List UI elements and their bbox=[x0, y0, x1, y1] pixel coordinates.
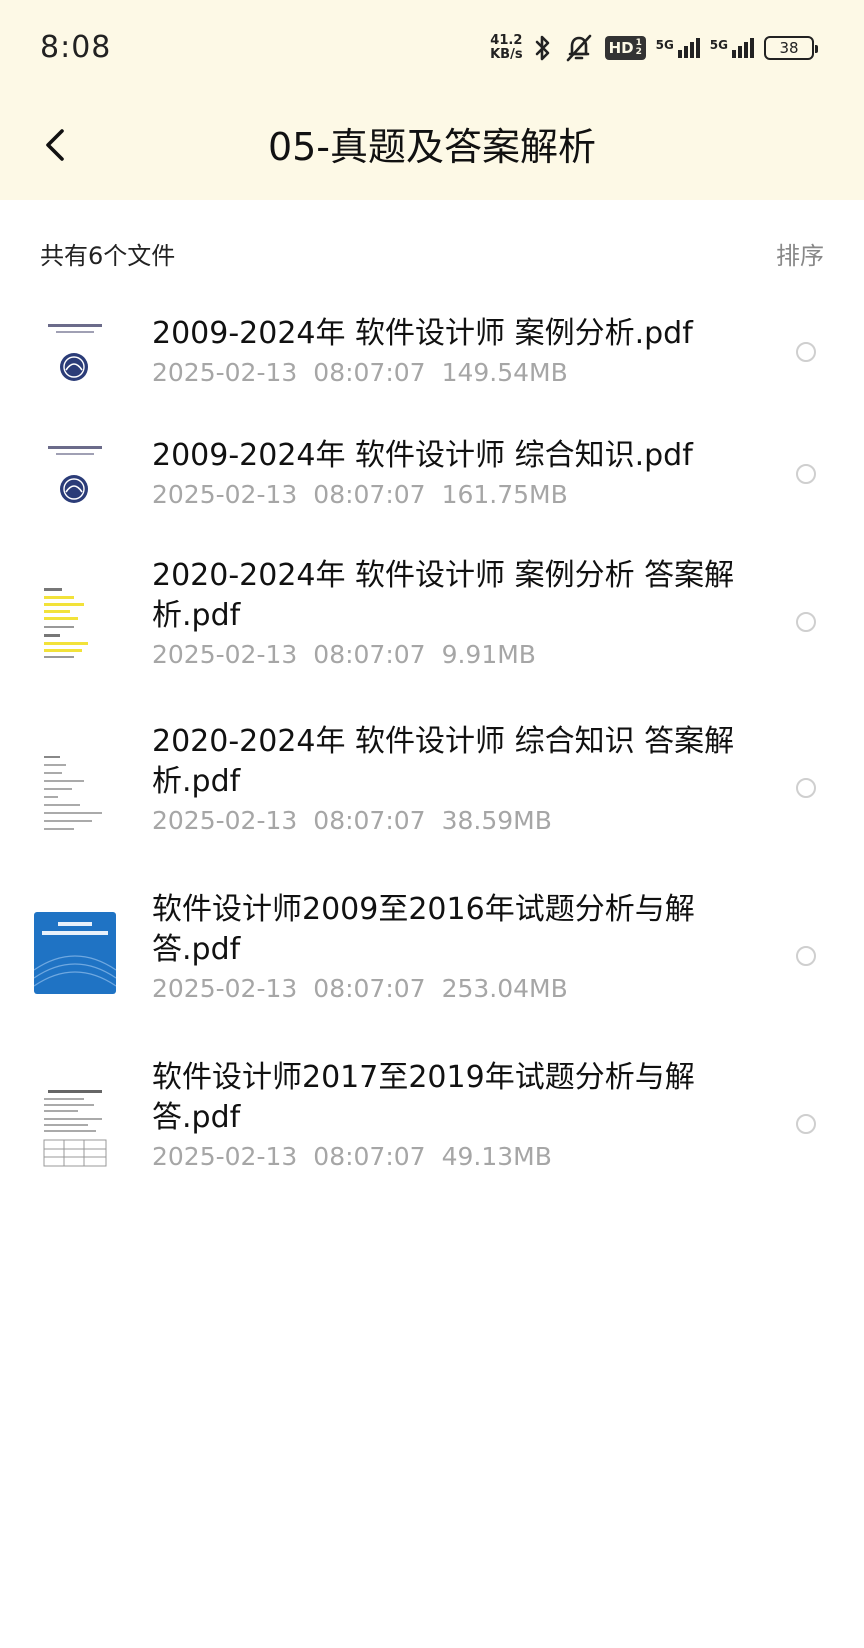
signal-sim2-icon: 5G bbox=[710, 38, 754, 58]
sim1-label: 5G bbox=[655, 38, 674, 52]
file-thumbnail bbox=[34, 584, 116, 668]
network-speed-unit: KB/s bbox=[490, 47, 523, 62]
file-size: 161.75MB bbox=[441, 480, 568, 509]
file-size: 38.59MB bbox=[441, 806, 552, 835]
select-radio[interactable] bbox=[796, 1114, 816, 1134]
file-date: 2025-02-13 bbox=[152, 640, 298, 669]
file-item[interactable]: 软件设计师2009至2016年试题分析与解 答.pdf 2025-02-13 08… bbox=[0, 890, 864, 1040]
file-meta: 2025-02-13 08:07:07 253.04MB bbox=[152, 972, 742, 1006]
sort-button[interactable]: 排序 bbox=[776, 236, 824, 271]
network-speed: 41.2 KB/s bbox=[490, 34, 522, 62]
file-name: 2020-2024年 软件设计师 综合知识 答案解 bbox=[152, 724, 735, 759]
file-time: 08:07:07 bbox=[313, 1142, 426, 1171]
file-name-continued: 析.pdf bbox=[152, 764, 241, 799]
file-name: 软件设计师2017至2019年试题分析与解 bbox=[152, 1060, 695, 1095]
file-count-label: 共有6个文件 bbox=[40, 242, 176, 270]
file-name-continued: 答.pdf bbox=[152, 932, 241, 967]
file-item[interactable]: 2009-2024年 软件设计师 案例分析.pdf 2025-02-13 08:0… bbox=[0, 300, 864, 420]
highlighted-page-icon bbox=[34, 584, 116, 668]
file-date: 2025-02-13 bbox=[152, 806, 298, 835]
document-seal-cover-icon bbox=[34, 310, 116, 392]
file-name-continued: 答.pdf bbox=[152, 1100, 241, 1135]
file-info: 2009-2024年 软件设计师 综合知识.pdf 2025-02-13 08:0… bbox=[152, 436, 742, 512]
mute-bell-icon bbox=[563, 33, 595, 63]
network-speed-value: 41.2 bbox=[490, 33, 523, 48]
file-time: 08:07:07 bbox=[313, 974, 426, 1003]
file-meta: 2025-02-13 08:07:07 38.59MB bbox=[152, 804, 742, 838]
file-info: 软件设计师2017至2019年试题分析与解 答.pdf 2025-02-13 08… bbox=[152, 1058, 742, 1174]
page-title: 05-真题及答案解析 bbox=[267, 125, 597, 169]
file-size: 149.54MB bbox=[441, 358, 568, 387]
hd-voice-badge: HD 1 2 bbox=[604, 36, 646, 60]
hd-sub: 1 2 bbox=[635, 38, 642, 57]
file-item[interactable]: 2020-2024年 软件设计师 案例分析 答案解 析.pdf 2025-02-… bbox=[0, 556, 864, 706]
battery-icon: 38 bbox=[764, 36, 818, 60]
table-page-icon bbox=[34, 1086, 116, 1170]
select-radio[interactable] bbox=[796, 612, 816, 632]
file-info: 2020-2024年 软件设计师 综合知识 答案解 析.pdf 2025-02-… bbox=[152, 722, 742, 838]
file-item[interactable]: 2009-2024年 软件设计师 综合知识.pdf 2025-02-13 08:0… bbox=[0, 422, 864, 542]
file-thumbnail bbox=[34, 310, 116, 392]
file-date: 2025-02-13 bbox=[152, 1142, 298, 1171]
file-time: 08:07:07 bbox=[313, 806, 426, 835]
file-size: 253.04MB bbox=[441, 974, 568, 1003]
file-info: 2009-2024年 软件设计师 案例分析.pdf 2025-02-13 08:0… bbox=[152, 314, 742, 390]
file-date: 2025-02-13 bbox=[152, 974, 298, 1003]
hd-label: HD bbox=[608, 39, 634, 57]
file-meta: 2025-02-13 08:07:07 49.13MB bbox=[152, 1140, 742, 1174]
status-time: 8:08 bbox=[40, 30, 112, 65]
bluetooth-icon bbox=[533, 34, 553, 62]
file-size: 9.91MB bbox=[441, 640, 536, 669]
select-radio[interactable] bbox=[796, 778, 816, 798]
file-time: 08:07:07 bbox=[313, 480, 426, 509]
file-thumbnail bbox=[34, 432, 116, 514]
file-item[interactable]: 软件设计师2017至2019年试题分析与解 答.pdf 2025-02-13 08… bbox=[0, 1058, 864, 1208]
file-thumbnail bbox=[34, 750, 116, 834]
file-name: 2009-2024年 软件设计师 案例分析.pdf bbox=[152, 316, 693, 351]
select-radio[interactable] bbox=[796, 946, 816, 966]
file-time: 08:07:07 bbox=[313, 358, 426, 387]
text-page-icon bbox=[34, 750, 116, 834]
file-thumbnail bbox=[34, 1086, 116, 1170]
file-info: 2020-2024年 软件设计师 案例分析 答案解 析.pdf 2025-02-… bbox=[152, 556, 742, 672]
sim2-label: 5G bbox=[709, 38, 728, 52]
document-seal-cover-icon bbox=[34, 432, 116, 514]
blue-book-cover-icon bbox=[34, 912, 116, 994]
select-radio[interactable] bbox=[796, 342, 816, 362]
file-name-continued: 析.pdf bbox=[152, 598, 241, 633]
app-header: 05-真题及答案解析 bbox=[0, 100, 864, 200]
file-meta: 2025-02-13 08:07:07 161.75MB bbox=[152, 478, 742, 512]
file-date: 2025-02-13 bbox=[152, 480, 298, 509]
battery-level: 38 bbox=[779, 39, 799, 57]
file-meta: 2025-02-13 08:07:07 149.54MB bbox=[152, 356, 742, 390]
status-icons: 41.2 KB/s HD 1 2 5G 5G 38 bbox=[490, 30, 818, 66]
file-thumbnail bbox=[34, 912, 116, 994]
file-info: 软件设计师2009至2016年试题分析与解 答.pdf 2025-02-13 08… bbox=[152, 890, 742, 1006]
select-radio[interactable] bbox=[796, 464, 816, 484]
status-bar: 8:08 41.2 KB/s HD 1 2 5G 5G 38 bbox=[0, 0, 864, 100]
file-item[interactable]: 2020-2024年 软件设计师 综合知识 答案解 析.pdf 2025-02-… bbox=[0, 722, 864, 872]
file-time: 08:07:07 bbox=[313, 640, 426, 669]
file-meta: 2025-02-13 08:07:07 9.91MB bbox=[152, 638, 742, 672]
signal-sim1-icon: 5G bbox=[656, 38, 700, 58]
file-name: 2020-2024年 软件设计师 案例分析 答案解 bbox=[152, 558, 735, 593]
top-bar: 8:08 41.2 KB/s HD 1 2 5G 5G 38 05-真题及答案解… bbox=[0, 0, 864, 200]
file-date: 2025-02-13 bbox=[152, 358, 298, 387]
file-name: 软件设计师2009至2016年试题分析与解 bbox=[152, 892, 695, 927]
file-size: 49.13MB bbox=[441, 1142, 552, 1171]
file-name: 2009-2024年 软件设计师 综合知识.pdf bbox=[152, 438, 693, 473]
